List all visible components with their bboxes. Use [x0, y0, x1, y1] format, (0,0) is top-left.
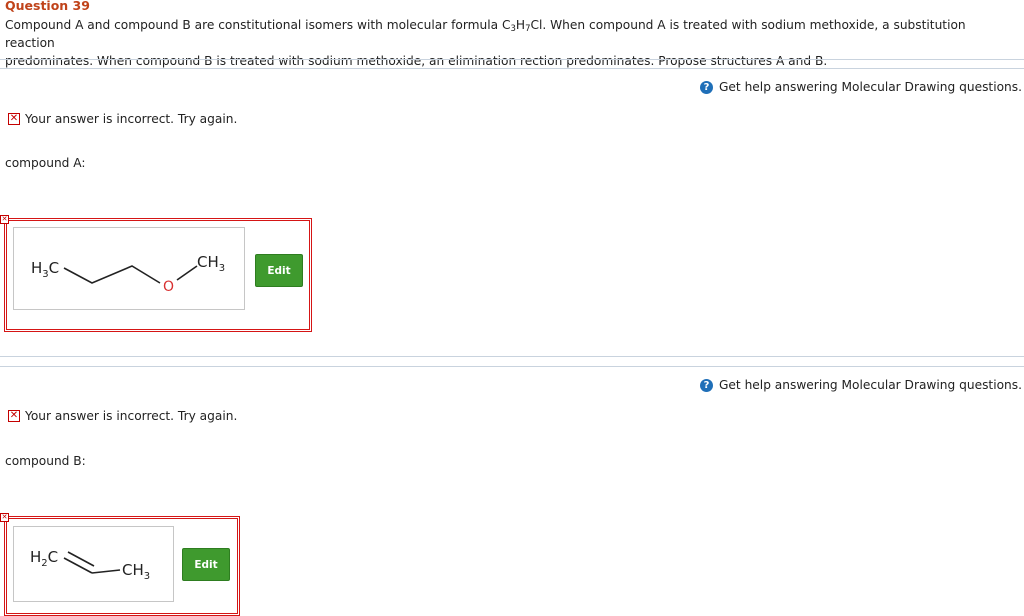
x-box-icon: ✕ [8, 410, 20, 422]
help-link-part-a[interactable]: ? Get help answering Molecular Drawing q… [699, 80, 1022, 94]
svg-text:H3C: H3C [31, 259, 59, 280]
molecule-drawing-b: H2C CH3 [30, 548, 150, 582]
single-bond [91, 569, 121, 574]
molecule-canvas-b[interactable]: H2C CH3 [13, 526, 174, 602]
bond-o-ch3 [176, 265, 198, 281]
svg-text:H2C: H2C [30, 548, 58, 569]
double-bond-line [63, 557, 93, 574]
svg-text:CH3: CH3 [197, 253, 225, 274]
double-bond-line [67, 551, 95, 567]
compound-a-label: compound A: [5, 156, 86, 170]
x-box-icon: ✕ [8, 113, 20, 125]
edit-button-b[interactable]: Edit [182, 548, 230, 581]
molecule-drawing-a: H3C O CH3 [31, 253, 225, 295]
question-title: Question 39 [5, 0, 90, 13]
close-icon[interactable]: ✕ [0, 215, 9, 224]
svg-text:O: O [163, 279, 174, 295]
help-link-part-b[interactable]: ? Get help answering Molecular Drawing q… [699, 378, 1022, 392]
compound-b-label: compound B: [5, 454, 86, 468]
edit-button-a[interactable]: Edit [255, 254, 303, 287]
question-text: Compound A and compound B are constituti… [5, 18, 966, 68]
divider [0, 366, 1024, 367]
feedback-part-b: ✕ Your answer is incorrect. Try again. [8, 409, 238, 423]
help-circle-icon: ? [699, 378, 713, 392]
divider [0, 68, 1024, 69]
close-icon[interactable]: ✕ [0, 513, 9, 522]
divider [0, 356, 1024, 357]
feedback-part-a: ✕ Your answer is incorrect. Try again. [8, 112, 238, 126]
svg-text:CH3: CH3 [122, 561, 150, 582]
bond-chain [63, 265, 161, 284]
help-circle-icon: ? [699, 80, 713, 94]
molecule-canvas-a[interactable]: H3C O CH3 [13, 227, 245, 310]
divider [0, 59, 1024, 60]
